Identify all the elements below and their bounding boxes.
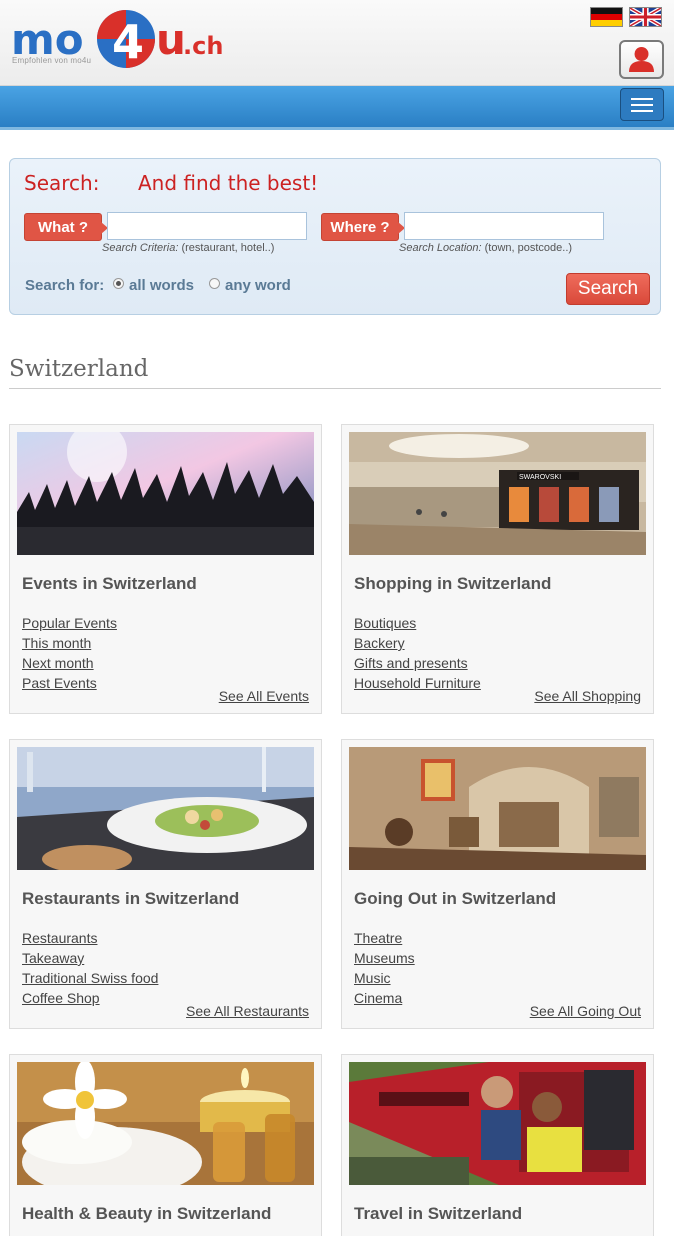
radio-selected-icon [113,278,124,289]
card-title: Travel in Switzerland [354,1204,523,1223]
link-coffee-shop[interactable]: Coffee Shop [22,988,158,1008]
search-title: Search: [24,171,100,195]
link-next-month[interactable]: Next month [22,653,117,673]
link-boutiques[interactable]: Boutiques [354,613,481,633]
section-divider [9,388,661,389]
what-input[interactable] [107,212,307,240]
link-backery[interactable]: Backery [354,633,481,653]
menu-line-icon [631,110,653,112]
where-input[interactable] [404,212,604,240]
card-title: Going Out in Switzerland [354,889,557,908]
shopping-image[interactable]: SWAROVSKI [349,432,646,555]
see-all-going-out-link[interactable]: See All Going Out [530,1003,641,1019]
logo-text-u: u [156,15,186,64]
link-traditional-swiss-food[interactable]: Traditional Swiss food [22,968,158,988]
section-title: Switzerland [9,356,149,382]
german-flag-icon[interactable] [590,7,623,27]
search-button[interactable]: Search [566,273,650,305]
card-title: Shopping in Switzerland [354,574,552,593]
logo-text-4: 4 [112,15,144,69]
link-museums[interactable]: Museums [354,948,415,968]
logo-subtitle: Empfohlen von mo4u [12,56,92,65]
all-words-radio[interactable]: all words [113,277,194,294]
link-this-month[interactable]: This month [22,633,117,653]
card-title: Events in Switzerland [22,574,197,593]
category-card-restaurants: Restaurants in Switzerland Restaurants T… [9,739,322,1029]
link-music[interactable]: Music [354,968,415,988]
events-image[interactable] [17,432,314,555]
user-icon [629,47,654,72]
store-sign-text: SWAROVSKI [519,474,561,481]
search-for-label: Search for: [25,277,105,294]
any-word-radio[interactable]: any word [209,277,291,294]
category-card-events: Events in Switzerland Popular Events Thi… [9,424,322,714]
category-card-going-out: Going Out in Switzerland Theatre Museums… [341,739,654,1029]
restaurants-image[interactable] [17,747,314,870]
what-hint: Search Criteria: (restaurant, hotel..) [102,242,275,254]
see-all-restaurants-link[interactable]: See All Restaurants [186,1003,309,1019]
what-label: What ? [24,213,108,241]
link-past-events[interactable]: Past Events [22,673,117,693]
category-card-health-beauty: Health & Beauty in Switzerland [9,1054,322,1236]
where-hint: Search Location: (town, postcode..) [399,242,573,254]
logo-text-ch: .ch [183,32,223,60]
hamburger-menu-button[interactable] [620,88,664,121]
link-household-furniture[interactable]: Household Furniture [354,673,481,693]
uk-flag-icon[interactable] [629,7,662,27]
main-navbar [0,86,674,130]
menu-line-icon [631,98,653,100]
link-theatre[interactable]: Theatre [354,928,415,948]
menu-line-icon [631,104,653,106]
site-header: mo 4 u .ch Empfohlen von mo4u [0,0,674,86]
category-card-shopping: SWAROVSKI Shopping in Switzerland Boutiq… [341,424,654,714]
category-card-travel: Travel in Switzerland [341,1054,654,1236]
where-label: Where ? [321,213,405,241]
link-takeaway[interactable]: Takeaway [22,948,158,968]
link-restaurants[interactable]: Restaurants [22,928,158,948]
link-popular-events[interactable]: Popular Events [22,613,117,633]
card-title: Restaurants in Switzerland [22,889,240,908]
search-tagline: And find the best! [138,171,319,195]
see-all-shopping-link[interactable]: See All Shopping [534,688,641,704]
card-title: Health & Beauty in Switzerland [22,1204,272,1223]
health-beauty-image[interactable] [17,1062,314,1185]
travel-image[interactable] [349,1062,646,1185]
going-out-image[interactable] [349,747,646,870]
radio-unselected-icon [209,278,220,289]
user-account-button[interactable] [619,40,664,79]
link-cinema[interactable]: Cinema [354,988,415,1008]
see-all-events-link[interactable]: See All Events [219,688,309,704]
link-gifts[interactable]: Gifts and presents [354,653,481,673]
search-panel: Search: And find the best! What ? Search… [9,158,661,315]
